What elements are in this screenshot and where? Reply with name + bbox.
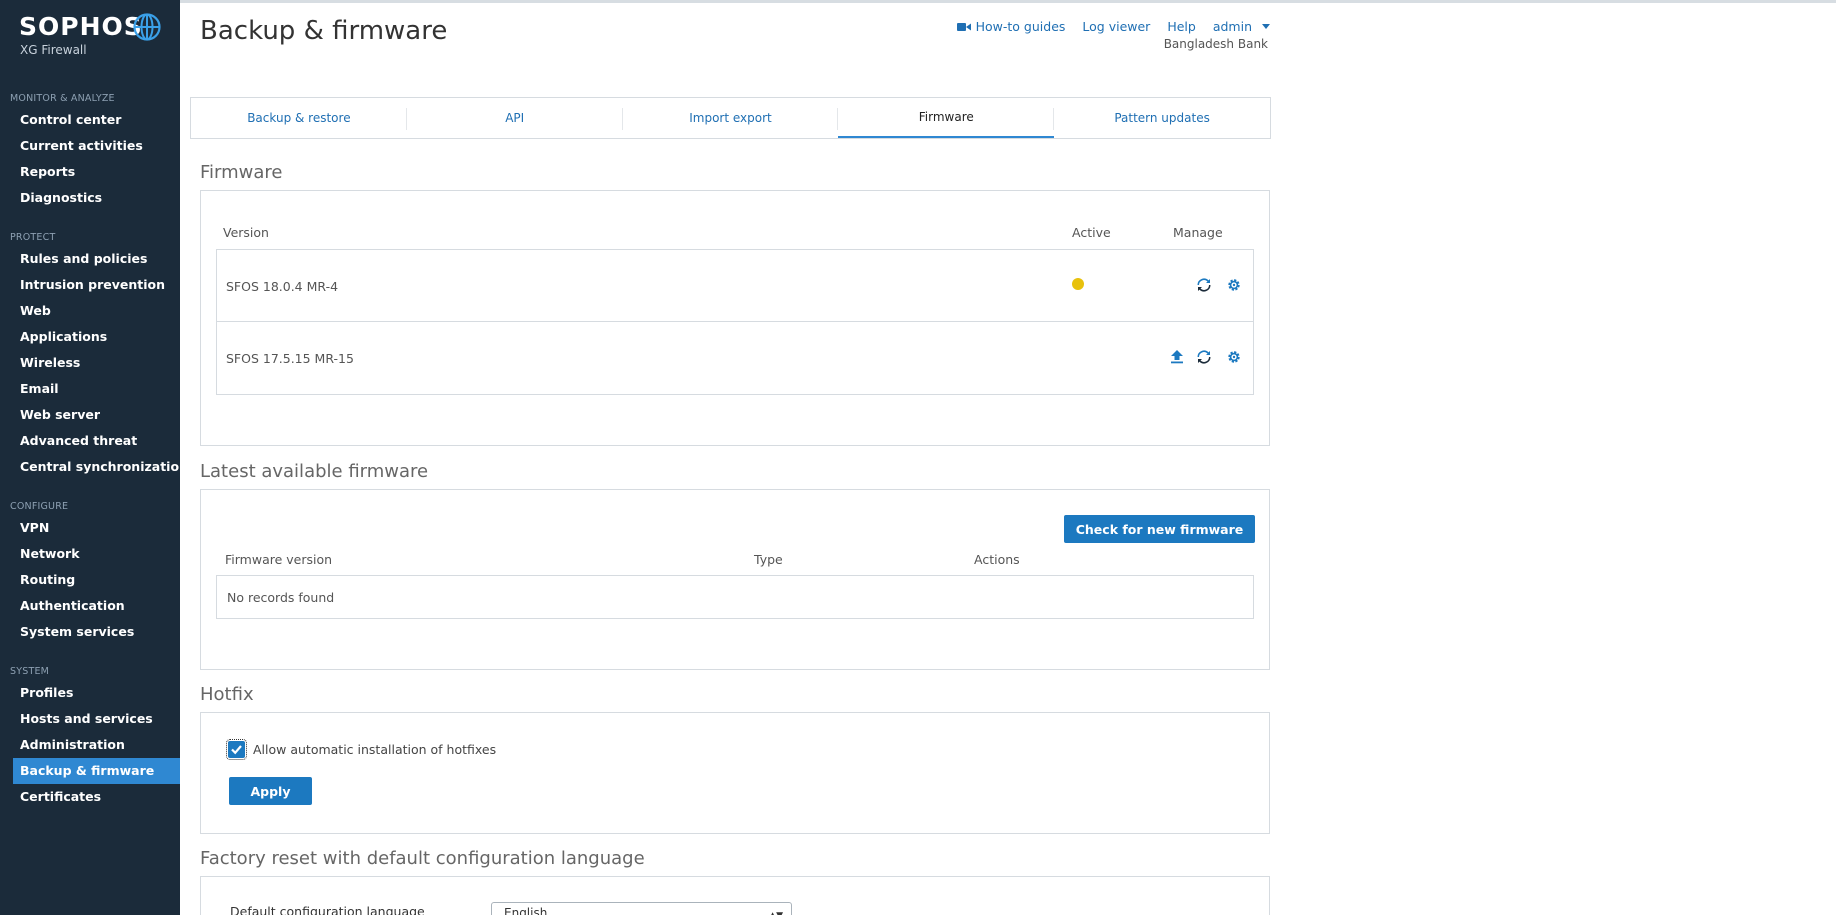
nav-section-monitor: MONITOR & ANALYZE Control center Current… bbox=[0, 90, 180, 211]
nav-section-protect: PROTECT Rules and policies Intrusion pre… bbox=[0, 229, 188, 480]
howto-guides-label: How-to guides bbox=[975, 19, 1066, 34]
table-row: SFOS 17.5.15 MR-15 bbox=[217, 322, 1253, 394]
page-title: Backup & firmware bbox=[200, 16, 448, 46]
header-links: How-to guides Log viewer Help admin bbox=[956, 19, 1270, 34]
firmware-table: SFOS 18.0.4 MR-4 SFOS 17.5.15 MR-15 bbox=[216, 249, 1254, 395]
latest-firmware-section-title: Latest available firmware bbox=[200, 461, 429, 482]
firmware-section-title: Firmware bbox=[200, 162, 283, 183]
checkmark-icon bbox=[231, 745, 242, 755]
column-header-type: Type bbox=[754, 552, 783, 567]
howto-guides-link[interactable]: How-to guides bbox=[956, 19, 1066, 34]
nav-heading-monitor: MONITOR & ANALYZE bbox=[10, 93, 115, 104]
firmware-panel: Version Active Manage SFOS 18.0.4 MR-4 S… bbox=[200, 190, 1270, 446]
check-firmware-button[interactable]: Check for new firmware bbox=[1064, 515, 1255, 543]
hotfix-checkbox-label: Allow automatic installation of hotfixes bbox=[253, 742, 497, 757]
brand-product: XG Firewall bbox=[20, 43, 87, 57]
gear-icon[interactable] bbox=[1226, 277, 1242, 293]
tab-bar: Backup & restore API Import export Firmw… bbox=[190, 97, 1271, 139]
firmware-version-value: SFOS 17.5.15 MR-15 bbox=[226, 351, 354, 366]
globe-icon bbox=[133, 13, 161, 41]
nav-section-configure: CONFIGURE VPN Network Routing Authentica… bbox=[0, 498, 180, 645]
sidebar-item-central-synchronization[interactable]: Central synchronization bbox=[0, 454, 188, 480]
sidebar-item-system-services[interactable]: System services bbox=[0, 619, 180, 645]
latest-firmware-panel: Check for new firmware Firmware version … bbox=[200, 489, 1270, 670]
column-header-firmware-version: Firmware version bbox=[225, 552, 333, 567]
chevron-down-icon bbox=[1262, 24, 1270, 29]
language-selected-value: English bbox=[504, 906, 548, 915]
factory-reset-panel: Default configuration language English ▲… bbox=[200, 876, 1270, 915]
gear-icon[interactable] bbox=[1226, 349, 1242, 365]
log-viewer-link[interactable]: Log viewer bbox=[1082, 19, 1150, 34]
nav-heading-system: SYSTEM bbox=[10, 666, 50, 677]
nav-heading-configure: CONFIGURE bbox=[10, 501, 69, 512]
sidebar-item-rules-and-policies[interactable]: Rules and policies bbox=[0, 246, 180, 272]
tab-pattern-updates[interactable]: Pattern updates bbox=[1054, 98, 1270, 138]
hotfix-section-title: Hotfix bbox=[200, 684, 254, 705]
refresh-icon[interactable] bbox=[1196, 349, 1212, 365]
tab-api[interactable]: API bbox=[407, 98, 623, 138]
upload-boot-icon[interactable] bbox=[1169, 349, 1185, 365]
user-name: admin bbox=[1212, 19, 1252, 34]
sidebar-item-backup-firmware[interactable]: Backup & firmware bbox=[13, 758, 180, 784]
hotfix-checkbox[interactable] bbox=[226, 739, 247, 760]
brand-logo[interactable]: SOPHOS XG Firewall bbox=[19, 12, 143, 57]
sidebar-item-hosts-and-services[interactable]: Hosts and services bbox=[0, 706, 180, 732]
language-label: Default configuration language bbox=[230, 904, 425, 915]
sidebar-item-applications[interactable]: Applications bbox=[0, 324, 180, 350]
sidebar-item-current-activities[interactable]: Current activities bbox=[0, 133, 180, 159]
sidebar-item-intrusion-prevention[interactable]: Intrusion prevention bbox=[0, 272, 180, 298]
sidebar-item-control-center[interactable]: Control center bbox=[0, 107, 180, 133]
column-header-manage: Manage bbox=[1173, 225, 1223, 240]
nav-section-system: SYSTEM Profiles Hosts and services Admin… bbox=[0, 663, 180, 810]
sidebar-item-routing[interactable]: Routing bbox=[0, 567, 180, 593]
tab-firmware[interactable]: Firmware bbox=[838, 98, 1055, 138]
empty-state-text: No records found bbox=[227, 590, 335, 605]
sidebar-item-vpn[interactable]: VPN bbox=[0, 515, 180, 541]
sidebar-item-administration[interactable]: Administration bbox=[0, 732, 180, 758]
sidebar-item-advanced-threat[interactable]: Advanced threat bbox=[0, 428, 180, 454]
refresh-icon[interactable] bbox=[1196, 277, 1212, 293]
latest-firmware-table: No records found bbox=[216, 575, 1254, 619]
nav-heading-protect: PROTECT bbox=[10, 232, 56, 243]
column-header-active: Active bbox=[1072, 225, 1111, 240]
tab-import-export[interactable]: Import export bbox=[623, 98, 839, 138]
language-select[interactable]: English ▲▼ bbox=[491, 902, 792, 915]
firmware-version-value: SFOS 18.0.4 MR-4 bbox=[226, 279, 339, 294]
video-camera-icon bbox=[956, 22, 971, 31]
sidebar: SOPHOS XG Firewall MONITOR & ANALYZE Con… bbox=[0, 0, 188, 915]
brand-name: SOPHOS bbox=[19, 12, 143, 41]
chevron-updown-icon: ▲▼ bbox=[769, 911, 783, 915]
sidebar-item-diagnostics[interactable]: Diagnostics bbox=[0, 185, 180, 211]
app-window: SOPHOS XG Firewall MONITOR & ANALYZE Con… bbox=[0, 0, 1836, 915]
organization-name: Bangladesh Bank bbox=[1163, 37, 1268, 51]
sidebar-item-web-server[interactable]: Web server bbox=[0, 402, 180, 428]
user-menu[interactable]: admin bbox=[1213, 19, 1270, 34]
sidebar-item-network[interactable]: Network bbox=[0, 541, 180, 567]
sidebar-item-profiles[interactable]: Profiles bbox=[0, 680, 180, 706]
sidebar-item-certificates[interactable]: Certificates bbox=[0, 784, 180, 810]
column-header-version: Version bbox=[223, 225, 269, 240]
column-header-actions: Actions bbox=[974, 552, 1020, 567]
apply-button[interactable]: Apply bbox=[229, 777, 312, 805]
active-status-dot bbox=[1072, 278, 1084, 290]
sidebar-item-web[interactable]: Web bbox=[0, 298, 180, 324]
sidebar-item-email[interactable]: Email bbox=[0, 376, 180, 402]
sidebar-item-wireless[interactable]: Wireless bbox=[0, 350, 180, 376]
hotfix-panel: Allow automatic installation of hotfixes… bbox=[200, 712, 1270, 834]
top-border bbox=[180, 0, 1836, 3]
sidebar-item-reports[interactable]: Reports bbox=[0, 159, 180, 185]
tab-backup-restore[interactable]: Backup & restore bbox=[191, 98, 407, 138]
help-link[interactable]: Help bbox=[1167, 19, 1196, 34]
sidebar-item-authentication[interactable]: Authentication bbox=[0, 593, 180, 619]
table-row: SFOS 18.0.4 MR-4 bbox=[217, 250, 1253, 322]
factory-reset-section-title: Factory reset with default configuration… bbox=[200, 848, 645, 869]
